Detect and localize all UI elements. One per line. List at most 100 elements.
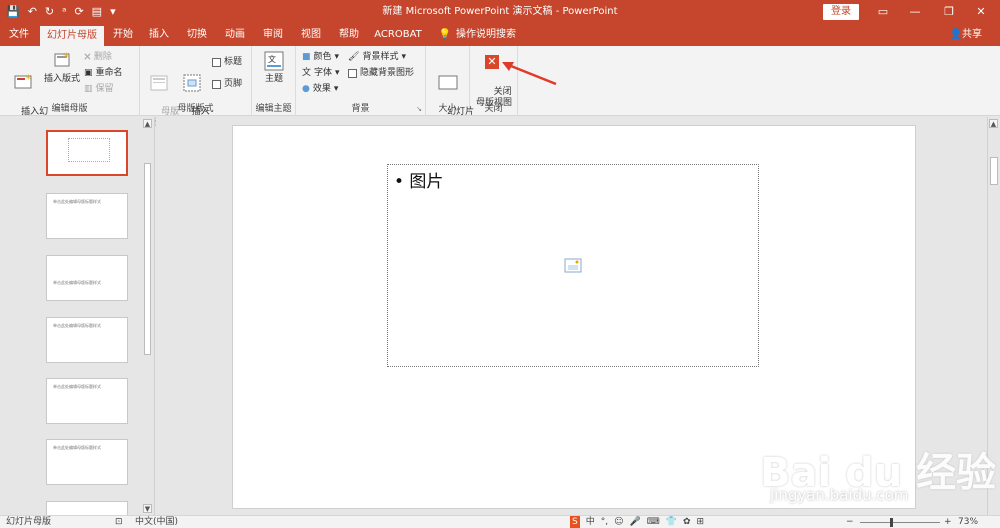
- delete-icon: 🗙: [84, 52, 91, 62]
- theme-icon: 文: [264, 51, 284, 71]
- status-bar: 幻灯片母版 ⊡ 中文(中国) S 中 °, ☺ 🎤 ⌨ 👕 ✿ ⊞ − + 73…: [0, 515, 1000, 528]
- thumbnail-layout[interactable]: 单击此处编辑母版标题样式: [46, 193, 128, 239]
- rename-button[interactable]: ▣ 重命名: [84, 67, 123, 80]
- group-label-edit-theme: 编辑主题: [255, 104, 292, 114]
- ime-item[interactable]: ⊞: [696, 516, 704, 528]
- tab-animations[interactable]: 动画: [220, 24, 250, 46]
- lightbulb-icon: 💡: [438, 29, 452, 40]
- thumbnail-layout[interactable]: [46, 501, 128, 515]
- tab-acrobat[interactable]: ACROBAT: [372, 24, 424, 46]
- login-button[interactable]: 登录: [823, 4, 859, 20]
- minimize-icon[interactable]: —: [900, 0, 930, 24]
- chevron-down-icon: ▾: [334, 52, 340, 62]
- background-styles-icon: 🖌: [348, 52, 360, 62]
- sogou-icon[interactable]: S: [570, 516, 580, 528]
- close-window-icon[interactable]: ✕: [966, 0, 996, 24]
- chevron-down-icon: ▾: [333, 84, 339, 94]
- insert-master-icon: ✳: [14, 73, 32, 89]
- group-label-background: 背景: [351, 104, 370, 114]
- scrollbar-thumb[interactable]: [144, 163, 151, 355]
- picture-icon[interactable]: [564, 256, 584, 276]
- background-styles-dropdown[interactable]: 🖌 背景样式 ▾: [348, 51, 406, 64]
- thumbnail-text: 单击此处编辑母版标题样式: [53, 323, 101, 328]
- thumbnail-text: 单击此处编辑母版标题样式: [53, 445, 101, 450]
- fonts-dropdown[interactable]: 文字体 ▾: [302, 67, 340, 80]
- thumbnail-master[interactable]: [46, 130, 128, 176]
- footer-checkbox-box[interactable]: [212, 80, 221, 89]
- person-icon: 👤: [949, 29, 962, 40]
- fonts-icon: 文: [302, 68, 312, 78]
- tab-help[interactable]: 帮助: [334, 24, 364, 46]
- svg-text:✳: ✳: [63, 51, 70, 60]
- scrollbar-thumb[interactable]: [990, 157, 998, 185]
- tab-transitions[interactable]: 切换: [182, 24, 212, 46]
- thumbnail-layout[interactable]: 单击此处编辑母版标题样式: [46, 317, 128, 363]
- title-checkbox[interactable]: 标题: [212, 56, 242, 69]
- master-layout-icon: [150, 75, 168, 91]
- ime-item[interactable]: 中: [586, 516, 595, 528]
- tab-file[interactable]: 文件: [4, 24, 34, 46]
- ime-item[interactable]: 🎤: [630, 516, 641, 528]
- footer-checkbox[interactable]: 页脚: [212, 78, 242, 91]
- tell-me-search[interactable]: 操作说明搜索: [456, 24, 516, 46]
- share-button[interactable]: 👤共享: [950, 24, 982, 46]
- accessibility-icon[interactable]: ⊡: [115, 516, 123, 528]
- ime-toolbar: S 中 °, ☺ 🎤 ⌨ 👕 ✿ ⊞: [570, 516, 704, 528]
- annotation-arrow: [502, 62, 557, 86]
- group-background: ■ 颜色 ▾ 文字体 ▾ ● 效果 ▾ 🖌 背景样式 ▾ 隐藏背景图形 背景 ↘: [296, 46, 426, 116]
- thumbnail-layout[interactable]: 单击此处编辑母版标题样式: [46, 255, 128, 301]
- delete-button[interactable]: 🗙 删除: [84, 51, 112, 64]
- colors-icon: ■: [302, 52, 311, 62]
- hide-background-checkbox[interactable]: 隐藏背景图形: [348, 67, 414, 80]
- status-language[interactable]: 中文(中国): [135, 516, 178, 528]
- insert-layout-icon: ✳: [54, 51, 70, 67]
- ribbon-tabs: 文件 幻灯片母版 开始 插入 切换 动画 审阅 视图 帮助 ACROBAT 💡 …: [0, 24, 1000, 46]
- ribbon-display-icon[interactable]: ▭: [868, 0, 898, 24]
- zoom-slider[interactable]: [860, 522, 940, 523]
- scroll-up-icon[interactable]: ▲: [143, 119, 152, 128]
- thumbnail-text: 单击此处编辑母版标题样式: [53, 199, 101, 204]
- thumbnail-layout[interactable]: 单击此处编辑母版标题样式: [46, 439, 128, 485]
- thumbnail-text: 单击此处编辑母版标题样式: [53, 280, 101, 285]
- tab-insert[interactable]: 插入: [144, 24, 174, 46]
- theme-button[interactable]: 文 主题: [258, 50, 290, 85]
- close-master-icon[interactable]: ✕: [485, 55, 499, 69]
- zoom-in-icon[interactable]: +: [944, 516, 952, 528]
- tab-view[interactable]: 视图: [296, 24, 326, 46]
- hide-background-checkbox-box[interactable]: [348, 69, 357, 78]
- insert-placeholder-icon: [183, 74, 201, 92]
- tab-review[interactable]: 审阅: [258, 24, 288, 46]
- thumbnail-layout[interactable]: 单击此处编辑母版标题样式: [46, 378, 128, 424]
- effects-dropdown[interactable]: ● 效果 ▾: [302, 83, 338, 96]
- colors-dropdown[interactable]: ■ 颜色 ▾: [302, 51, 339, 64]
- ime-item[interactable]: ✿: [683, 516, 691, 528]
- thumbnail-scrollbar[interactable]: ▲ ▼: [142, 117, 153, 515]
- restore-icon[interactable]: ❐: [934, 0, 964, 24]
- group-edit-master: ✳ 插入幻 灯片母版 ✳ 插入版式 🗙删除 ▣重命名 ▥保留 编辑母版: [0, 46, 140, 128]
- insert-layout-button[interactable]: ✳ 插入版式: [44, 50, 80, 85]
- picture-placeholder[interactable]: • 图片: [387, 164, 759, 367]
- ime-item[interactable]: ☺: [614, 516, 623, 528]
- dialog-launcher-icon[interactable]: ↘: [416, 105, 422, 113]
- ime-item[interactable]: °,: [601, 516, 608, 528]
- title-checkbox-box[interactable]: [212, 58, 221, 67]
- scroll-up-icon[interactable]: ▲: [989, 119, 998, 128]
- tab-home[interactable]: 开始: [108, 24, 138, 46]
- preserve-button[interactable]: ▥ 保留: [84, 83, 114, 96]
- group-label-close: 关闭: [484, 104, 503, 114]
- slide-size-icon: [438, 75, 458, 90]
- slide-thumbnail-panel: 单击此处编辑母版标题样式 单击此处编辑母版标题样式 单击此处编辑母版标题样式 单…: [0, 117, 155, 515]
- placeholder-text[interactable]: • 图片: [394, 167, 443, 192]
- zoom-level[interactable]: 73%: [958, 516, 978, 528]
- effects-icon: ●: [302, 84, 310, 94]
- status-view: 幻灯片母版: [6, 517, 52, 527]
- ime-item[interactable]: ⌨: [647, 516, 660, 528]
- tab-slide-master[interactable]: 幻灯片母版: [40, 26, 104, 46]
- group-label-size: 大小: [438, 104, 457, 114]
- thumbnail-text: 单击此处编辑母版标题样式: [53, 384, 101, 389]
- zoom-out-icon[interactable]: −: [846, 516, 854, 528]
- ime-item[interactable]: 👕: [666, 516, 677, 528]
- zoom-slider-thumb[interactable]: [890, 518, 893, 527]
- thumbnail-placeholder: [68, 138, 110, 162]
- scroll-down-icon[interactable]: ▼: [143, 504, 152, 513]
